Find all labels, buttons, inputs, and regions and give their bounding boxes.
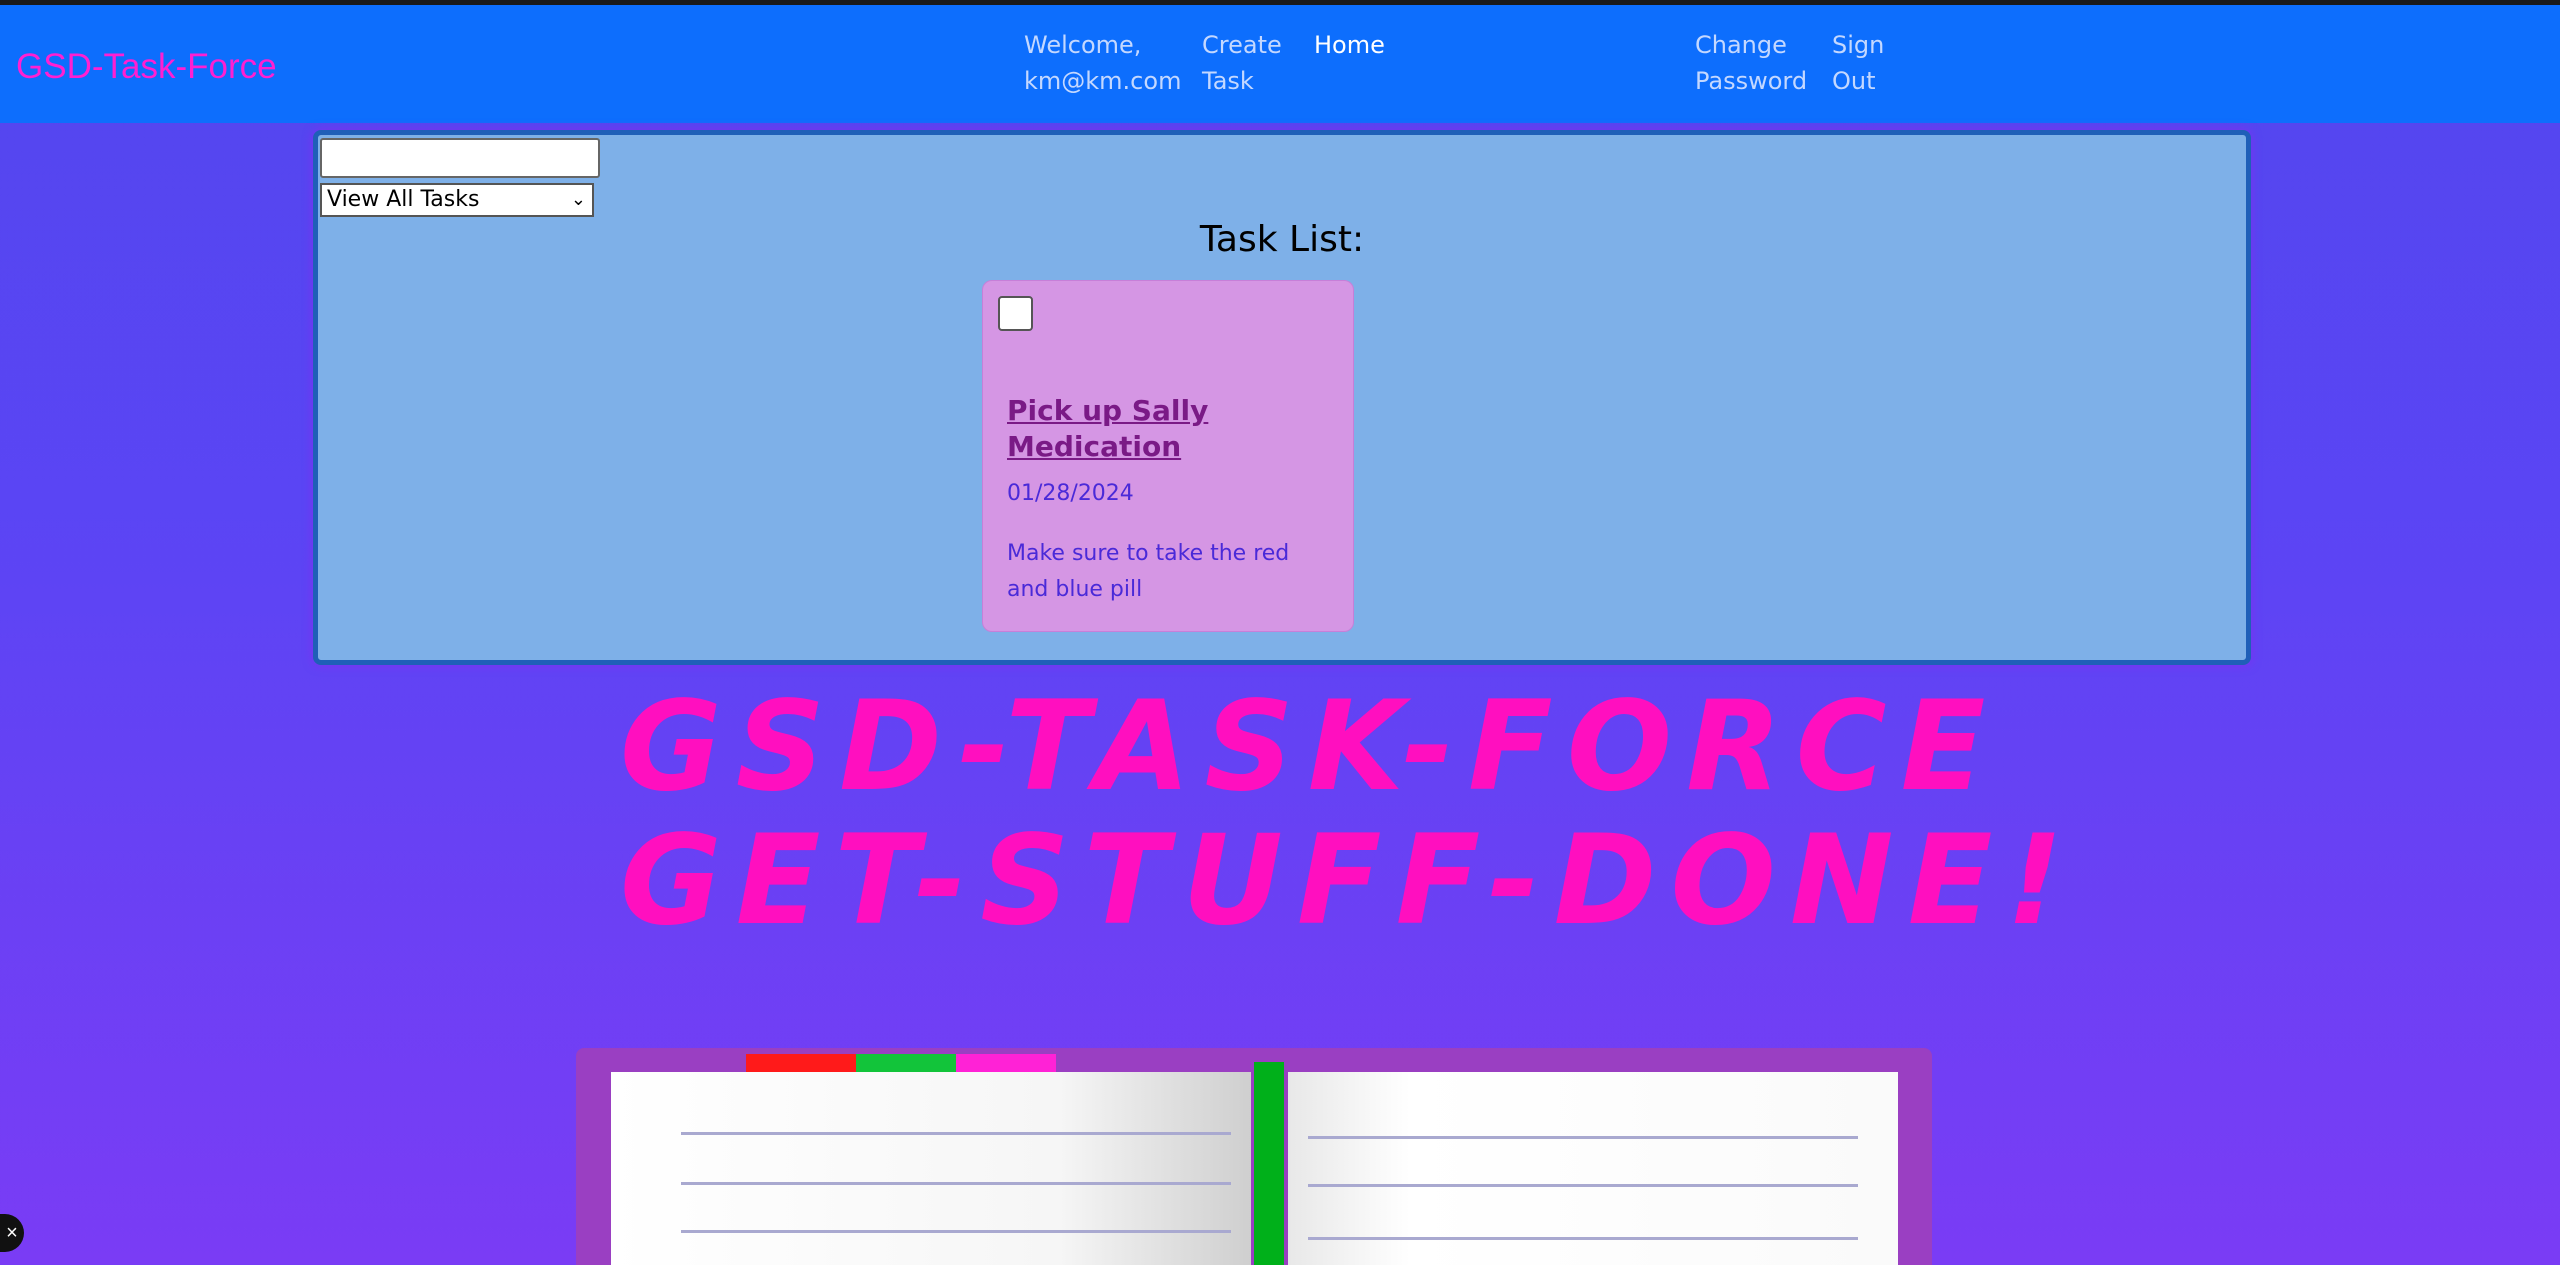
task-complete-checkbox[interactable] (998, 296, 1033, 331)
hero-line-1: GSD-TASK-FORCE (620, 675, 2000, 819)
navbar: GSD-Task-Force Welcome, km@km.com Create… (0, 5, 2560, 123)
page-line (1308, 1237, 1858, 1240)
task-title-link[interactable]: Pick up Sally Medication (1007, 393, 1337, 465)
brand-link[interactable]: GSD-Task-Force (16, 47, 277, 87)
page-line (1308, 1184, 1858, 1187)
notebook-page-left (611, 1072, 1251, 1265)
task-filter-select[interactable]: View All Tasks ⌄ (320, 183, 594, 217)
task-panel: View All Tasks ⌄ Task List: Pick up Sall… (313, 130, 2251, 665)
close-icon[interactable]: × (0, 1214, 24, 1252)
page-line (681, 1230, 1231, 1233)
nav-sign-out[interactable]: Sign Out (1832, 27, 1884, 99)
notebook-page-right (1288, 1072, 1898, 1265)
task-card: Pick up Sally Medication 01/28/2024 Make… (982, 280, 1354, 632)
hero-banner: GSD-TASK-FORCE GET-STUFF-DONE! (620, 675, 2077, 953)
chevron-down-icon: ⌄ (570, 189, 586, 210)
page-line (681, 1132, 1231, 1135)
notebook-tab-green (856, 1054, 956, 1074)
notebook-tab-red (746, 1054, 856, 1074)
task-description: Make sure to take the red and blue pill (1007, 541, 1290, 602)
nav-home[interactable]: Home (1314, 27, 1385, 63)
task-date: 01/28/2024 (1007, 481, 1134, 506)
notebook-tab-pink (956, 1054, 1056, 1074)
nav-create-task[interactable]: Create Task (1202, 27, 1282, 99)
filter-selected-label: View All Tasks (327, 187, 480, 212)
page-line (681, 1182, 1231, 1185)
task-list-title: Task List: (1199, 219, 1365, 260)
hero-line-2: GET-STUFF-DONE! (620, 809, 2077, 953)
notebook-spine (1254, 1062, 1284, 1265)
search-input[interactable] (320, 138, 600, 178)
page-line (1308, 1136, 1858, 1139)
welcome-text: Welcome, km@km.com (1024, 31, 1182, 95)
notebook-illustration (576, 1048, 1932, 1265)
nav-change-password[interactable]: Change Password (1695, 27, 1807, 99)
